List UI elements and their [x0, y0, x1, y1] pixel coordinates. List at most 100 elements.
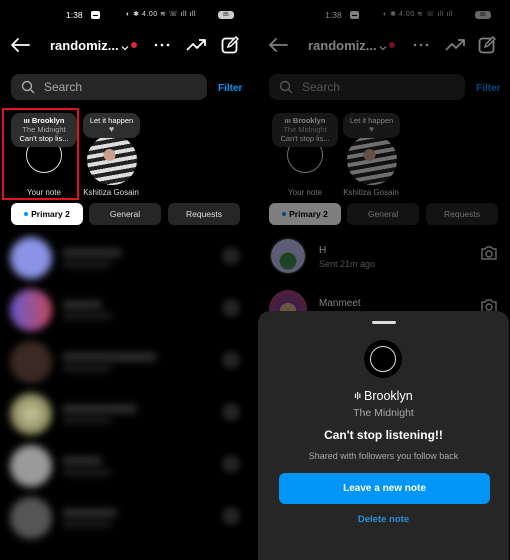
blurred-avatar: [10, 289, 52, 331]
filter-button[interactable]: Filter: [476, 83, 500, 94]
blurred-subtext: [62, 417, 112, 423]
blurred-thread[interactable]: [7, 235, 247, 281]
camera-icon[interactable]: [480, 245, 498, 263]
camera-icon[interactable]: [222, 507, 240, 525]
blurred-text: [62, 301, 102, 309]
tab-requests[interactable]: Requests: [426, 203, 498, 225]
chevron-down-icon[interactable]: [120, 40, 130, 51]
music-bars-icon: ııı: [284, 116, 293, 125]
note-bottom-sheet: ı|ı Brooklyn The Midnight Can't stop list…: [258, 311, 509, 560]
blurred-text: [62, 353, 157, 361]
friend-avatar: [87, 135, 137, 185]
tab-general[interactable]: General: [347, 203, 419, 225]
thread-avatar: [269, 237, 307, 275]
music-bars-icon: ı|ı: [354, 391, 362, 400]
camera-icon[interactable]: [222, 351, 240, 369]
tab-label: Primary 2: [31, 209, 70, 219]
camera-icon[interactable]: [222, 455, 240, 473]
search-input[interactable]: Search: [269, 74, 465, 100]
top-bar: randomiz...: [255, 30, 510, 60]
blurred-text: [62, 405, 137, 413]
new-message-icon[interactable]: [220, 35, 240, 55]
note-artist: The Midnight: [283, 125, 327, 134]
audience-text: Shared with followers you follow back: [308, 451, 459, 461]
friend-note-bubble[interactable]: Let it happen ♥: [83, 113, 140, 138]
blurred-text: [62, 509, 117, 517]
heart-icon: ♥: [108, 124, 115, 134]
more-options-icon[interactable]: [154, 37, 170, 53]
leave-new-note-button[interactable]: Leave a new note: [279, 473, 490, 504]
battery-icon: 85: [218, 11, 234, 19]
chevron-down-icon[interactable]: [378, 40, 388, 51]
drag-handle[interactable]: [372, 321, 396, 324]
heart-icon: ♥: [368, 124, 375, 134]
search-icon: [21, 80, 35, 94]
back-arrow-icon[interactable]: [10, 36, 30, 54]
filter-button[interactable]: Filter: [218, 83, 242, 94]
blurred-avatar: [10, 445, 52, 487]
blurred-thread[interactable]: [7, 495, 247, 541]
blurred-subtext: [62, 313, 112, 319]
delete-note-button[interactable]: Delete note: [258, 514, 509, 525]
friend-note-bubble[interactable]: Let it happen ♥: [343, 113, 400, 138]
status-icons: ◐ ✱ 4.00 ≋ ☏ ıll ıll: [126, 11, 197, 18]
camera-icon[interactable]: [222, 299, 240, 317]
blurred-thread[interactable]: [7, 339, 247, 385]
blurred-subtext: [62, 261, 112, 267]
status-time: 1:38: [325, 10, 342, 20]
thread-status: Sent 21m ago: [319, 259, 376, 269]
status-icons: ◐ ✱ 4.00 ≋ ☏ ıll ıll: [383, 11, 454, 18]
search-input[interactable]: Search: [11, 74, 207, 100]
inbox-tabs: Primary 2 General Requests: [269, 203, 499, 225]
blurred-subtext: [62, 521, 112, 527]
account-username[interactable]: randomiz...: [308, 38, 377, 53]
blurred-subtext: [62, 365, 112, 371]
note-avatar: [364, 340, 402, 378]
blurred-thread[interactable]: [7, 443, 247, 489]
notification-dot: [131, 42, 137, 48]
unread-dot: [282, 212, 287, 216]
thread-row[interactable]: H Sent 21m ago: [269, 237, 499, 281]
highlight-box: [2, 108, 79, 200]
friend-name: Kshitiza Gosain: [83, 188, 139, 197]
dnd-icon: [350, 11, 359, 19]
camera-icon[interactable]: [222, 247, 240, 265]
note-text: Can't stop lis...: [280, 134, 330, 143]
account-username[interactable]: randomiz...: [50, 38, 119, 53]
tab-label: Requests: [186, 209, 222, 219]
your-note-label: Your note: [288, 188, 322, 197]
trending-icon[interactable]: [444, 35, 466, 55]
friend-note[interactable]: Let it happen ♥ Kshitiza Gosain: [342, 110, 412, 200]
blurred-subtext: [62, 469, 112, 475]
tab-general[interactable]: General: [89, 203, 161, 225]
friend-avatar: [347, 135, 397, 185]
sheet-song-title: Brooklyn: [364, 389, 413, 403]
your-note[interactable]: ııı Brooklyn The Midnight Can't stop lis…: [270, 110, 340, 200]
blurred-text: [62, 249, 122, 257]
blurred-avatar: [10, 393, 52, 435]
more-options-icon[interactable]: [413, 37, 429, 53]
blurred-thread[interactable]: [7, 287, 247, 333]
new-message-icon[interactable]: [477, 35, 497, 55]
friend-name: Kshitiza Gosain: [343, 188, 399, 197]
tab-label: Requests: [444, 209, 480, 219]
top-bar: randomiz...: [0, 30, 255, 60]
camera-icon[interactable]: [222, 403, 240, 421]
blurred-thread[interactable]: [7, 391, 247, 437]
note-bubble[interactable]: ııı Brooklyn The Midnight Can't stop lis…: [272, 113, 338, 147]
tab-requests[interactable]: Requests: [168, 203, 240, 225]
sheet-artist: The Midnight: [353, 407, 414, 419]
back-arrow-icon[interactable]: [268, 36, 288, 54]
tab-primary[interactable]: Primary 2: [11, 203, 83, 225]
thread-name: H: [319, 245, 327, 256]
blurred-text: [62, 457, 102, 465]
status-time: 1:38: [66, 10, 83, 20]
sheet-note-text: Can't stop listening!!: [324, 428, 443, 442]
search-placeholder: Search: [302, 80, 341, 94]
sheet-song: ı|ı Brooklyn: [258, 389, 509, 403]
blurred-avatar: [10, 497, 52, 539]
dnd-icon: [91, 11, 100, 19]
trending-icon[interactable]: [185, 35, 207, 55]
tab-primary[interactable]: Primary 2: [269, 203, 341, 225]
friend-note[interactable]: Let it happen ♥ Kshitiza Gosain: [82, 110, 152, 200]
